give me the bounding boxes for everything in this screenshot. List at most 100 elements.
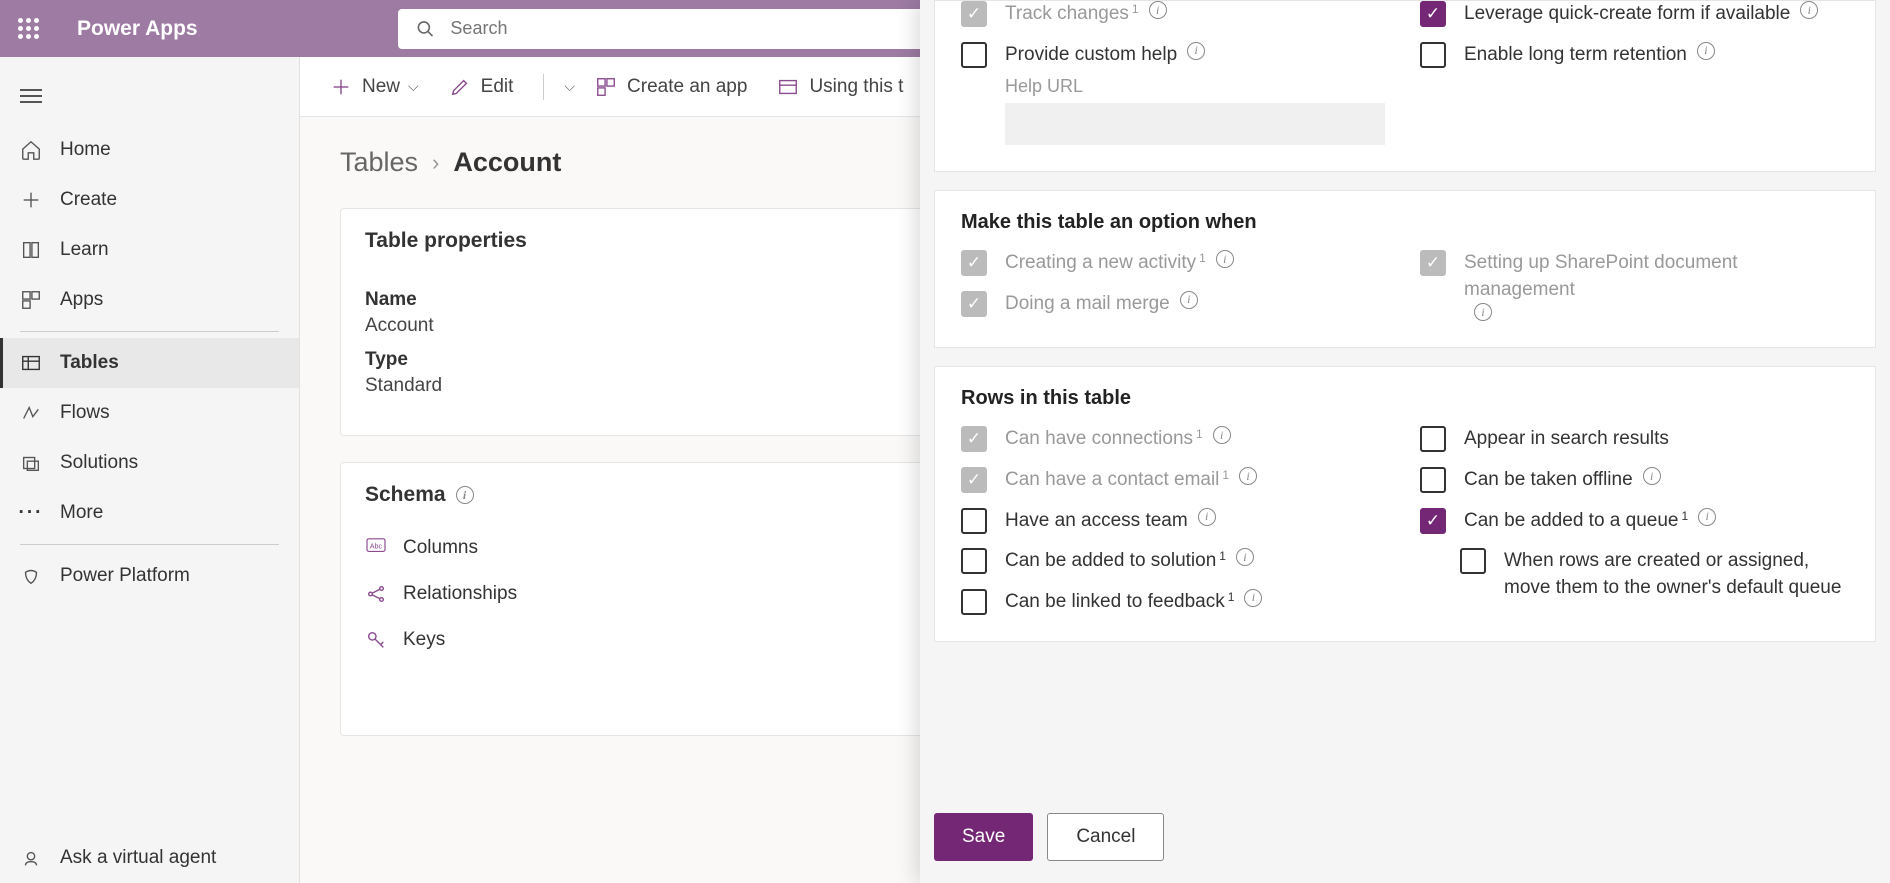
info-icon[interactable]: i: [1643, 467, 1661, 485]
info-icon[interactable]: i: [1198, 508, 1216, 526]
chevron-right-icon: ›: [432, 150, 439, 176]
more-icon: ···: [20, 502, 42, 524]
platform-icon: [20, 565, 42, 587]
hamburger-button[interactable]: [0, 77, 299, 115]
opt-label: Track changes: [1005, 1, 1129, 28]
agent-icon: [20, 847, 42, 869]
info-icon[interactable]: i: [1149, 1, 1167, 19]
opt-label: Can be linked to feedback: [1005, 589, 1225, 616]
nav-divider: [20, 544, 279, 545]
keys-icon: [365, 629, 387, 651]
sidebar-item-label: Flows: [60, 402, 110, 424]
relationships-icon: [365, 583, 387, 605]
sidebar-item-virtual-agent[interactable]: Ask a virtual agent: [0, 833, 299, 883]
plus-icon: [20, 189, 42, 211]
mail-merge-checkbox: ✓: [961, 291, 987, 317]
opt-label: Provide custom help: [1005, 42, 1177, 69]
sidebar-item-create[interactable]: Create: [0, 175, 299, 225]
apps-icon: [20, 289, 42, 311]
info-icon[interactable]: i: [1244, 589, 1262, 607]
sidebar-item-flows[interactable]: Flows: [0, 388, 299, 438]
waffle-button[interactable]: [0, 0, 57, 57]
solution-checkbox[interactable]: [961, 548, 987, 574]
connections-checkbox: ✓: [961, 426, 987, 452]
info-icon[interactable]: i: [1213, 426, 1231, 444]
sidebar-item-learn[interactable]: Learn: [0, 225, 299, 275]
section-title: Make this table an option when: [961, 211, 1849, 234]
info-icon[interactable]: i: [1216, 250, 1234, 268]
edit-button[interactable]: Edit: [449, 76, 514, 98]
pencil-icon: [449, 76, 471, 98]
sidebar-item-more[interactable]: ··· More: [0, 488, 299, 538]
track-changes-checkbox: ✓: [961, 1, 987, 27]
info-icon[interactable]: i: [1187, 42, 1205, 60]
info-icon[interactable]: i: [1236, 548, 1254, 566]
home-icon: [20, 139, 42, 161]
table-icon: [20, 352, 42, 374]
breadcrumb-root[interactable]: Tables: [340, 147, 418, 178]
leverage-quick-create-checkbox[interactable]: ✓: [1420, 1, 1446, 27]
info-icon[interactable]: i: [1180, 291, 1198, 309]
sidebar-item-home[interactable]: Home: [0, 125, 299, 175]
section-title: Rows in this table: [961, 387, 1849, 410]
search-results-checkbox[interactable]: [1420, 426, 1446, 452]
app-name: Power Apps: [77, 17, 198, 41]
panel-section-option-when: Make this table an option when ✓ Creatin…: [934, 190, 1876, 348]
sidebar-item-label: Power Platform: [60, 565, 190, 587]
info-icon[interactable]: i: [1697, 42, 1715, 60]
svg-text:Abc: Abc: [370, 542, 383, 551]
new-button[interactable]: New ⌵: [330, 76, 419, 98]
info-icon[interactable]: i: [1800, 1, 1818, 19]
chevron-down-icon[interactable]: ⌵: [564, 78, 575, 95]
columns-icon: Abc: [365, 537, 387, 559]
sharepoint-checkbox: ✓: [1420, 250, 1446, 276]
sidebar-item-label: Tables: [60, 352, 119, 374]
create-app-label: Create an app: [627, 76, 747, 98]
long-term-retention-checkbox[interactable]: [1420, 42, 1446, 68]
info-icon[interactable]: i: [1698, 508, 1716, 526]
help-url-input[interactable]: [1005, 103, 1385, 145]
sidebar-item-apps[interactable]: Apps: [0, 275, 299, 325]
queue-sub-checkbox[interactable]: [1460, 548, 1486, 574]
provide-help-checkbox[interactable]: [961, 42, 987, 68]
sidebar-item-power-platform[interactable]: Power Platform: [0, 551, 299, 601]
properties-panel: ✓ Track changes1i Provide custom helpi H…: [920, 0, 1890, 883]
sidebar-item-tables[interactable]: Tables: [0, 338, 299, 388]
save-button[interactable]: Save: [934, 813, 1033, 861]
opt-label: Can have connections: [1005, 426, 1193, 453]
plus-icon: [330, 76, 352, 98]
opt-label: Doing a mail merge: [1005, 291, 1170, 318]
breadcrumb-current: Account: [453, 147, 561, 178]
app-icon: [595, 76, 617, 98]
waffle-icon: [18, 18, 39, 39]
table-icon: [777, 76, 799, 98]
cancel-button[interactable]: Cancel: [1047, 813, 1164, 861]
chevron-down-icon: ⌵: [408, 78, 419, 95]
info-icon[interactable]: i: [1474, 303, 1492, 321]
opt-label: Enable long term retention: [1464, 42, 1687, 69]
opt-label: Have an access team: [1005, 508, 1188, 535]
card-title: Schema: [365, 483, 446, 507]
feedback-checkbox[interactable]: [961, 589, 987, 615]
sidebar-item-label: Ask a virtual agent: [60, 847, 216, 869]
panel-section-rows: Rows in this table ✓ Can have connection…: [934, 366, 1876, 642]
sidebar-item-label: More: [60, 502, 103, 524]
info-icon[interactable]: i: [456, 486, 474, 504]
sidebar-item-solutions[interactable]: Solutions: [0, 438, 299, 488]
opt-label: Can be added to a queue: [1464, 508, 1678, 535]
info-icon[interactable]: i: [1239, 467, 1257, 485]
opt-label: Creating a new activity: [1005, 250, 1196, 277]
access-team-checkbox[interactable]: [961, 508, 987, 534]
queue-checkbox[interactable]: ✓: [1420, 508, 1446, 534]
flow-icon: [20, 402, 42, 424]
contact-email-checkbox: ✓: [961, 467, 987, 493]
new-label: New: [362, 76, 400, 98]
offline-checkbox[interactable]: [1420, 467, 1446, 493]
create-app-button[interactable]: Create an app: [595, 76, 747, 98]
panel-footer: Save Cancel: [920, 791, 1890, 883]
link-label: Relationships: [403, 583, 517, 605]
sidebar: Home Create Learn Apps Tables Flows Solu…: [0, 57, 300, 883]
sidebar-item-label: Solutions: [60, 452, 138, 474]
help-url-label: Help URL: [1005, 76, 1390, 97]
using-this-button[interactable]: Using this t: [777, 76, 903, 98]
